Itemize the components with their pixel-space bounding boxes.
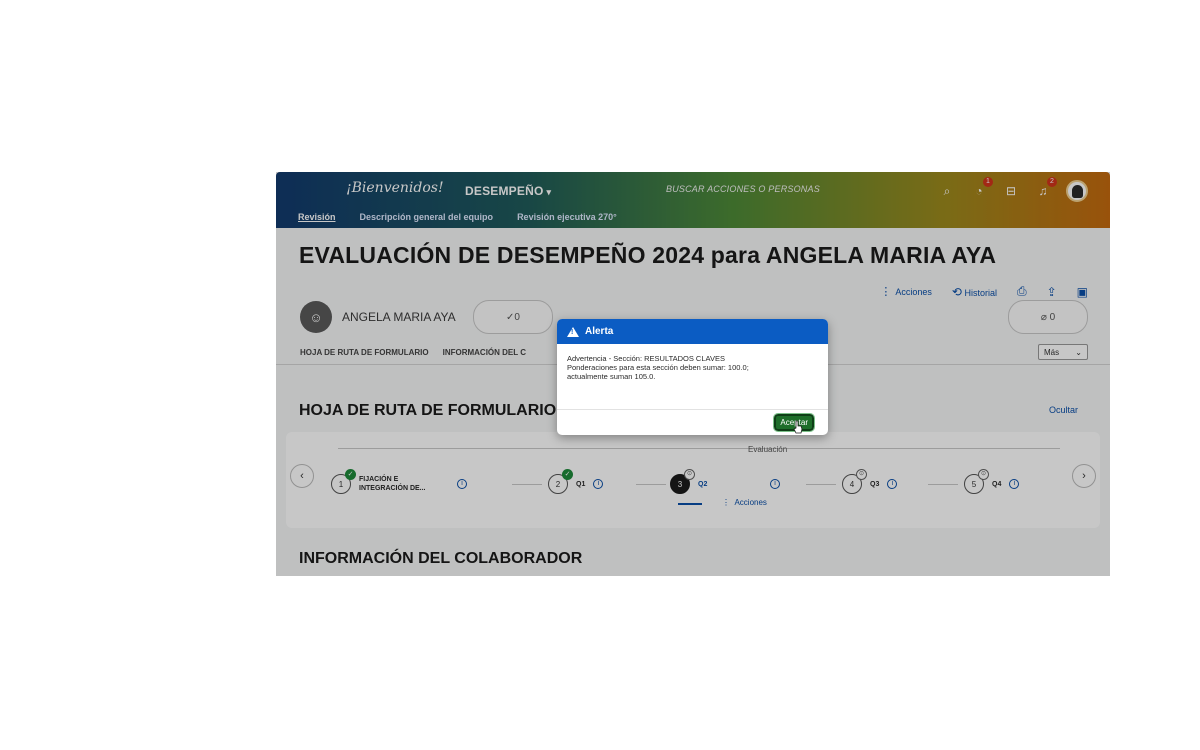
alert-dialog: ! Alerta Advertencia - Sección: RESULTAD… xyxy=(557,319,828,435)
warning-icon: ! xyxy=(567,326,579,337)
dialog-message-line: Advertencia - Sección: RESULTADOS CLAVES xyxy=(567,354,725,363)
dialog-footer: Aceptar xyxy=(557,409,828,435)
dialog-message-line: actualmente suman 105.0. xyxy=(567,372,656,381)
hand-cursor-icon xyxy=(793,420,803,434)
dialog-body: Advertencia - Sección: RESULTADOS CLAVES… xyxy=(557,344,828,409)
screen: ¡Bienvenidos! DESEMPEÑO ▾ BUSCAR ACCIONES… xyxy=(0,0,1200,750)
dialog-title: Alerta xyxy=(585,326,614,337)
dialog-message-line: Ponderaciones para esta sección deben su… xyxy=(567,363,749,372)
dialog-header: ! Alerta xyxy=(557,319,828,344)
